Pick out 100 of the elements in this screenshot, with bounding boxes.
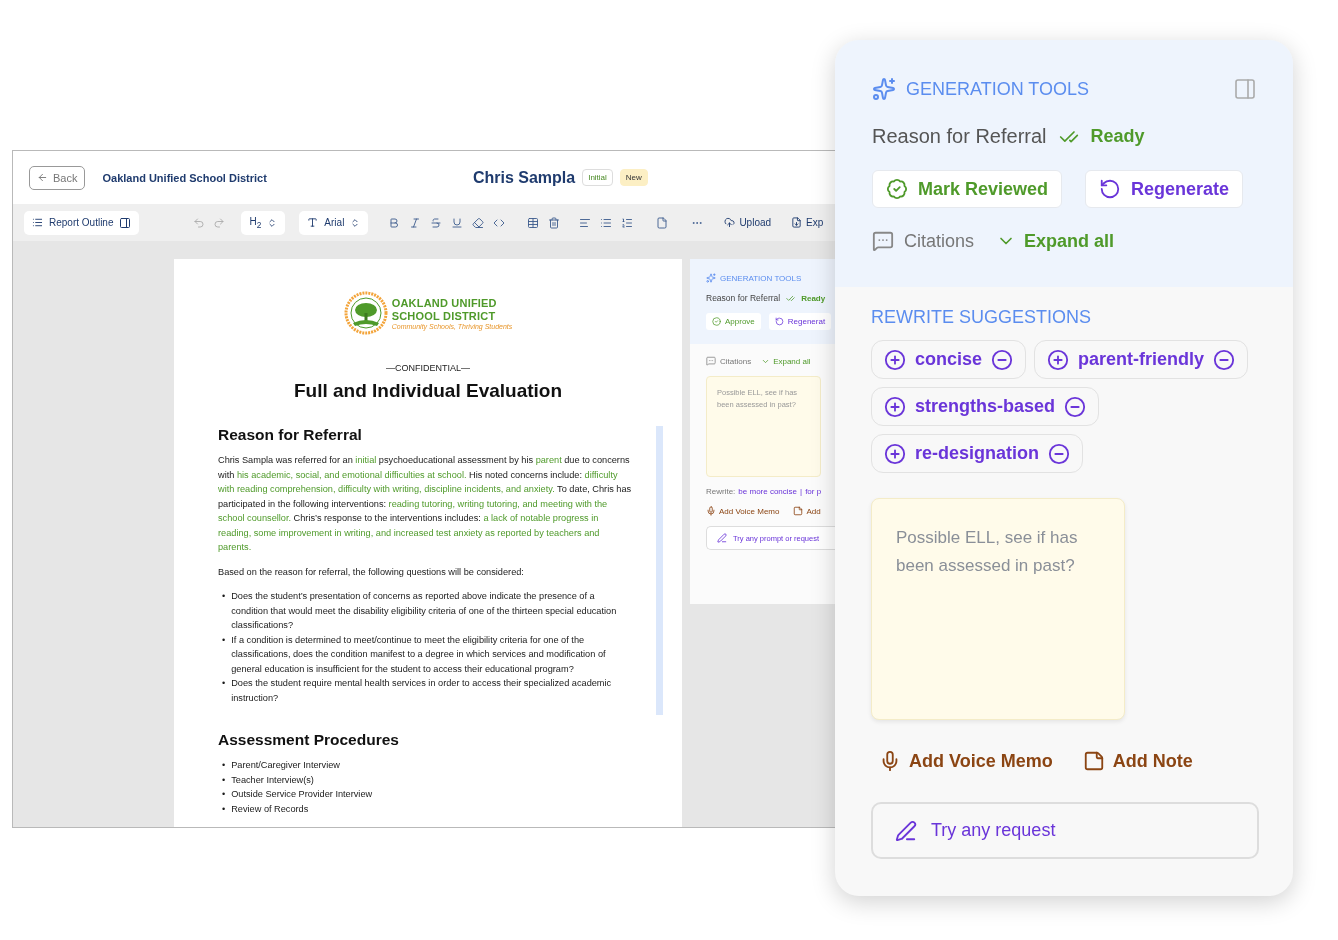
table-icon — [527, 216, 540, 229]
chevrons-icon — [350, 217, 361, 228]
bullet: • — [222, 802, 226, 816]
student-name: Chris Sampla — [472, 168, 576, 187]
list-item: Outside Service Provider Interview — [231, 788, 373, 801]
bullet-list-icon — [600, 216, 613, 229]
plus-circle-icon — [884, 348, 906, 371]
logo-text: OAKLAND UNIFIED — [391, 296, 498, 310]
sparkles-icon — [706, 273, 716, 283]
check-badge-icon — [886, 178, 908, 200]
panel-icon — [119, 216, 132, 229]
note-icon — [793, 506, 804, 516]
trash-icon — [548, 216, 561, 229]
list-item: Does the student require mental health services in order to access their specialized academic instruction? — [231, 677, 613, 705]
mark-reviewed-button[interactable]: Mark Reviewed — [872, 170, 1063, 208]
regenerate-button[interactable]: Regenerate — [1085, 170, 1244, 208]
align-left-icon — [579, 216, 592, 229]
citations-label: Citations — [720, 356, 752, 366]
list-icon — [32, 217, 43, 228]
bullet: • — [222, 759, 226, 772]
bold-button[interactable] — [388, 216, 401, 229]
redo-icon — [213, 216, 226, 229]
minus-circle-icon — [1064, 395, 1087, 418]
arrow-left-icon — [37, 172, 48, 183]
list-item: If a condition is determined to meet/continue to meet the eligibility criteria for one of the classifications, does the condition manifest to a degree in which services and modification of general education is insufficient for the student to access their educational program? — [231, 633, 607, 676]
numbered-list-button[interactable] — [621, 216, 634, 229]
link-separator: | — [800, 487, 803, 496]
list-item: Teacher Interview(s) — [231, 773, 314, 787]
bold-icon — [388, 216, 401, 229]
request-field[interactable]: Try any request — [871, 802, 1259, 859]
check-circle-icon — [712, 317, 721, 326]
bullet: • — [222, 677, 226, 690]
table-button[interactable] — [527, 216, 540, 229]
eraser-icon — [472, 216, 485, 229]
section-name: Reason for Referral — [706, 293, 781, 303]
comment-icon — [872, 230, 894, 252]
rewrite-link[interactable]: be more concise — [738, 487, 798, 496]
bullet: • — [222, 633, 226, 647]
export-icon — [791, 217, 803, 228]
status-badge: Initial — [582, 169, 613, 186]
page-icon — [656, 216, 669, 229]
status-text: Ready — [1090, 126, 1145, 147]
back-button[interactable]: Back — [29, 165, 86, 190]
align-left-button[interactable] — [579, 216, 592, 229]
suggestion-chip[interactable]: re-designation — [871, 434, 1083, 473]
pen-icon — [895, 819, 917, 842]
chevrons-icon — [267, 217, 278, 228]
voice-memo-button[interactable]: Add Voice Memo — [879, 750, 1053, 772]
logo-text: SCHOOL DISTRICT — [391, 309, 497, 323]
status-text: Ready — [801, 293, 826, 303]
plus-circle-icon — [1047, 348, 1070, 371]
delete-button[interactable] — [548, 216, 561, 229]
pen-icon — [717, 533, 727, 543]
bullet: • — [222, 788, 226, 801]
voice-memo-button[interactable]: Add Voice Memo — [706, 506, 780, 516]
regenerate-icon — [774, 317, 784, 326]
plus-circle-icon — [884, 442, 906, 465]
eraser-button[interactable] — [472, 216, 485, 229]
plus-circle-icon — [884, 395, 906, 418]
report-outline-button[interactable]: Report Outline — [24, 210, 140, 235]
list-item: Review of Records — [231, 802, 309, 816]
sparkles-icon — [872, 77, 896, 101]
district-name: Oakland Unified School District — [102, 171, 267, 184]
rewrite-label: Rewrite: — [706, 487, 736, 496]
citations-label: Citations — [904, 230, 975, 252]
section-heading: Assessment Procedures — [218, 731, 400, 749]
strikethrough-button[interactable] — [430, 216, 443, 229]
add-note-button[interactable]: Add — [793, 506, 821, 516]
section-heading: Reason for Referral — [218, 426, 363, 444]
note-icon — [1082, 750, 1105, 772]
approve-button[interactable]: Approve — [706, 313, 761, 330]
suggestion-chip[interactable]: parent-friendly — [1034, 340, 1249, 379]
rewrite-link[interactable]: for p — [805, 487, 822, 496]
expand-all-button[interactable]: Expand all — [761, 356, 811, 366]
regenerate-button[interactable]: Regenerat — [768, 313, 832, 330]
font-icon — [307, 217, 319, 228]
strikethrough-icon — [430, 216, 443, 229]
bullet: • — [222, 590, 226, 603]
regenerate-icon — [1099, 178, 1122, 200]
export-button[interactable]: Exp — [791, 217, 824, 228]
bullet-list-button[interactable] — [600, 216, 613, 229]
upload-button[interactable]: Upload — [724, 217, 772, 228]
italic-icon — [409, 216, 422, 229]
minus-circle-icon — [991, 348, 1014, 371]
underline-button[interactable] — [451, 216, 464, 229]
double-check-icon — [786, 293, 796, 303]
minus-circle-icon — [1213, 348, 1236, 371]
add-note-button[interactable]: Add Note — [1082, 750, 1193, 772]
suggestion-chip[interactable]: strengths-based — [871, 387, 1100, 426]
italic-button[interactable] — [409, 216, 422, 229]
list-item: Does the student’s presentation of concerns as reported above indicate the presence of a condition that would meet the disability eligibility criteria of one of the thirteen special education classifications? — [231, 590, 618, 632]
comment-icon — [706, 356, 716, 366]
district-logo-icon — [343, 291, 388, 335]
minus-circle-icon — [1048, 442, 1070, 465]
document-title: Full and Individual Evaluation — [292, 380, 564, 402]
paragraph: Based on the reason for referral, the following questions will be considered: — [218, 565, 525, 579]
heading-select[interactable]: H$_{2}$ — [241, 210, 286, 235]
page-button[interactable] — [656, 216, 669, 229]
suggestion-chip[interactable]: concise — [871, 340, 1027, 379]
font-select[interactable]: Arial — [299, 210, 369, 235]
